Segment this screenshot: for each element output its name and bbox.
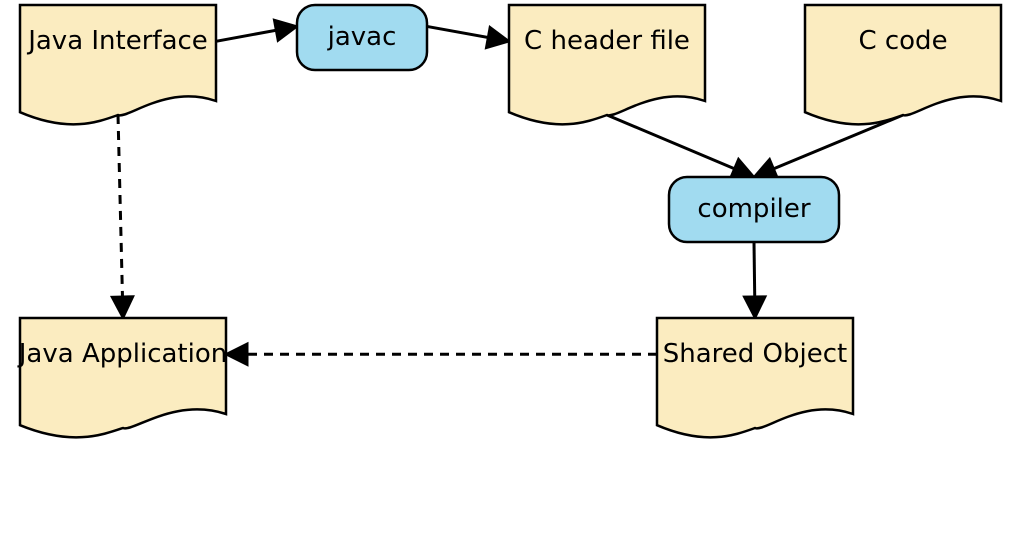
edge-java_interface-to-java_application <box>118 115 123 318</box>
document-icon <box>657 318 853 437</box>
node-c_code: C code <box>805 5 1001 124</box>
node-label: javac <box>327 22 397 52</box>
node-shared_object: Shared Object <box>657 318 853 437</box>
node-javac: javac <box>297 5 427 70</box>
node-label: C header file <box>524 26 690 56</box>
document-icon <box>20 318 226 437</box>
document-icon <box>805 5 1001 124</box>
node-label: compiler <box>697 194 810 224</box>
document-icon <box>509 5 705 124</box>
document-icon <box>20 5 216 124</box>
node-compiler: compiler <box>669 177 839 242</box>
edge-c_header-to-compiler <box>607 115 754 177</box>
edge-compiler-to-shared_object <box>754 242 755 318</box>
node-label: Java Application <box>17 339 227 369</box>
node-java_interface: Java Interface <box>20 5 216 124</box>
edge-javac-to-c_header <box>427 26 509 41</box>
edge-java_interface-to-javac <box>216 26 297 41</box>
node-label: Shared Object <box>663 339 847 369</box>
node-java_application: Java Application <box>17 318 227 437</box>
node-label: Java Interface <box>26 26 208 56</box>
node-c_header: C header file <box>509 5 705 124</box>
jni-build-diagram: Java Interface javac C header file C code co… <box>0 0 1024 544</box>
node-label: C code <box>858 26 947 56</box>
edge-c_code-to-compiler <box>754 115 903 177</box>
